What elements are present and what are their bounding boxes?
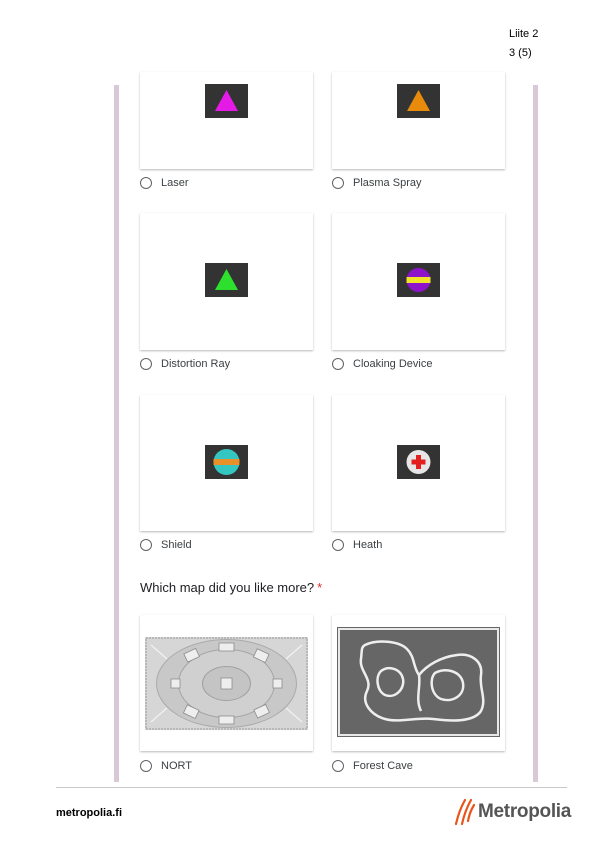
forest-cave-map-thumbnail — [337, 627, 500, 737]
radio-button[interactable] — [140, 760, 152, 772]
option-label: NORT — [161, 760, 192, 772]
orange-triangle-icon — [397, 84, 440, 118]
green-triangle-icon — [205, 263, 248, 297]
radio-option[interactable]: Distortion Ray — [140, 358, 230, 370]
option-image-card[interactable] — [140, 72, 313, 169]
red-cross-orb-icon — [397, 445, 440, 479]
question-title: Which map did you like more? * — [140, 580, 322, 595]
metropolia-logo-icon — [454, 798, 476, 826]
option-label: Plasma Spray — [353, 177, 422, 189]
magenta-triangle-icon — [205, 84, 248, 118]
radio-option[interactable]: Cloaking Device — [332, 358, 432, 370]
radio-option[interactable]: Forest Cave — [332, 760, 413, 772]
purple-yellow-orb-icon — [397, 263, 440, 297]
nort-map-thumbnail — [145, 637, 308, 730]
radio-button[interactable] — [332, 177, 344, 189]
footer-site-link: metropolia.fi — [56, 807, 123, 819]
option-label: Heath — [353, 539, 383, 551]
option-image-card[interactable] — [332, 395, 505, 531]
radio-option[interactable]: NORT — [140, 760, 192, 772]
radio-option[interactable]: Laser — [140, 177, 189, 189]
question-text: Which map did you like more? — [140, 580, 315, 595]
option-label: Forest Cave — [353, 760, 413, 772]
map-image-card[interactable] — [140, 615, 313, 751]
radio-button[interactable] — [140, 177, 152, 189]
required-asterisk: * — [317, 580, 323, 595]
form-left-border — [114, 85, 119, 782]
option-label: Distortion Ray — [161, 358, 231, 370]
radio-option[interactable]: Plasma Spray — [332, 177, 421, 189]
teal-orange-orb-icon — [205, 445, 248, 479]
radio-button[interactable] — [332, 358, 344, 370]
radio-option[interactable]: Shield — [140, 539, 192, 551]
option-label: Cloaking Device — [353, 358, 433, 370]
option-label: Laser — [161, 177, 189, 189]
map-image-card[interactable] — [332, 615, 505, 751]
option-image-card[interactable] — [140, 395, 313, 531]
radio-button[interactable] — [140, 358, 152, 370]
form-right-border — [533, 85, 538, 782]
option-image-card[interactable] — [332, 213, 505, 350]
attachment-label: Liite 2 — [509, 28, 539, 40]
radio-button[interactable] — [140, 539, 152, 551]
radio-button[interactable] — [332, 760, 344, 772]
page-number: 3 (5) — [509, 47, 532, 59]
option-image-card[interactable] — [140, 213, 313, 350]
metropolia-logo: Metropolia — [452, 797, 571, 827]
logo-wordmark: Metropolia — [478, 801, 572, 822]
radio-button[interactable] — [332, 539, 344, 551]
option-label: Shield — [161, 539, 192, 551]
radio-option[interactable]: Heath — [332, 539, 382, 551]
footer-divider — [56, 787, 567, 788]
option-image-card[interactable] — [332, 72, 505, 169]
